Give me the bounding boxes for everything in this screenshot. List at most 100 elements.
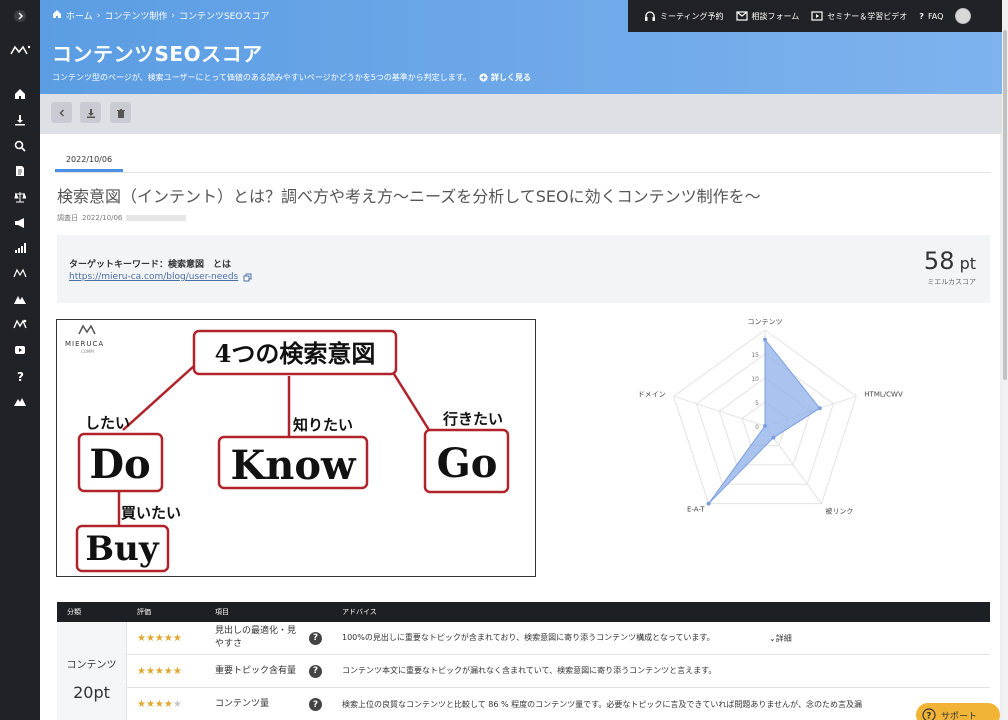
breadcrumb-content-production[interactable]: コンテンツ制作 — [104, 9, 167, 22]
advice-text: コンテンツ本文に重要なトピックが漏れなく含まれていて、検索意図に寄り添うコンテン… — [342, 666, 717, 675]
home-icon — [52, 9, 62, 22]
more-details-label: 詳しく見る — [491, 73, 532, 82]
app-root: ? ホーム › コンテンツ制作 › コンテンツSEOスコア コンテンツSEOスコ… — [0, 0, 1008, 720]
breadcrumb-home[interactable]: ホーム — [66, 9, 93, 22]
breadcrumb: ホーム › コンテンツ制作 › コンテンツSEOスコア — [52, 9, 269, 22]
more-details-link[interactable]: 詳しく見る — [479, 72, 531, 83]
radar-axis-label: ドメイン — [638, 390, 666, 398]
radar-data-point — [706, 501, 711, 506]
download-icon[interactable] — [0, 110, 40, 130]
score-radar-chart: 0 5 10 15 コンテンツ HTML/CWV 被リンク E-A-T ドメイン — [600, 314, 930, 544]
go-label: Go — [437, 440, 498, 487]
help-icon[interactable]: ? — [309, 664, 322, 678]
mieruca-outline-icon[interactable] — [0, 263, 40, 283]
score-label: ミエルカスコア — [927, 278, 976, 286]
item-name: 見出しの最適化・見やすさ — [215, 626, 297, 649]
help-icon[interactable]: ? — [309, 631, 322, 645]
document-icon[interactable] — [0, 161, 40, 181]
target-url[interactable]: https://mieru-ca.com/blog/user-needs — [69, 272, 238, 282]
radar-axis-label: コンテンツ — [748, 318, 783, 326]
target-url-link[interactable]: https://mieru-ca.com/blog/user-needs — [69, 272, 252, 282]
star-rating: ★★★★★ — [137, 632, 182, 644]
radar-data-point — [771, 435, 776, 440]
mountain-flag-icon[interactable] — [0, 391, 40, 411]
blurred-text — [126, 215, 187, 221]
radar-axis-label: 被リンク — [825, 507, 853, 516]
detail-toggle[interactable]: ⌄詳細 — [769, 633, 792, 644]
faq-link[interactable]: ? FAQ — [919, 12, 943, 21]
radar-data-point — [763, 337, 767, 342]
survey-date-row: 調査日 2022/10/06 — [57, 213, 187, 223]
survey-date-label: 調査日 — [57, 214, 78, 222]
mountain-icon[interactable] — [0, 289, 40, 309]
star-rating: ★★★★★ — [137, 665, 182, 677]
radar-tick-label: 15 — [751, 352, 759, 359]
user-avatar[interactable] — [955, 8, 972, 24]
contact-form-link[interactable]: 相談フォーム — [735, 11, 800, 22]
home-icon[interactable] — [0, 84, 40, 104]
center-label: 4つの検索意図 — [215, 339, 376, 368]
radar-data-point — [763, 424, 767, 428]
delete-button[interactable] — [110, 102, 131, 123]
score-unit: pt — [959, 254, 976, 273]
table-row: ★★★★★ 見出しの最適化・見やすさ? 100%の見出しに重要なトピックが含まれてお… — [127, 622, 990, 655]
download-button[interactable] — [80, 102, 101, 123]
copy-icon[interactable] — [243, 273, 252, 282]
do-caption: したい — [85, 414, 130, 432]
seminar-link[interactable]: セミナー＆学習ビデオ — [811, 11, 907, 22]
article-eyecatch-image: MIERUCA COMM 4つの検索意図 したい Do 知りたい Know 行き… — [56, 319, 536, 577]
page-title: コンテンツSEOスコア — [52, 42, 263, 66]
question-icon: ? — [919, 11, 924, 21]
action-toolbar — [40, 94, 1008, 134]
play-box-icon — [811, 11, 823, 21]
advice-text: 検索上位の良質なコンテンツと比較して 86 % 程度のコンテンツ量です。必要なト… — [342, 699, 862, 709]
header-rating: 評価 — [137, 608, 151, 616]
radar-axis-label: E-A-T — [687, 506, 705, 514]
logo-sub-text: COMM — [81, 349, 94, 354]
mieruca-tool-icon[interactable] — [0, 314, 40, 334]
category-cell: コンテンツ 20pt — [57, 622, 127, 720]
seminar-label: セミナー＆学習ビデオ — [827, 11, 908, 21]
category-name: コンテンツ — [66, 660, 117, 671]
help-icon[interactable]: ? — [0, 366, 40, 386]
page-scrollbar[interactable] — [1002, 0, 1008, 720]
scrollbar-thumb[interactable] — [1003, 30, 1007, 380]
support-button[interactable]: ? サポート — [916, 703, 1000, 720]
breadcrumb-separator: › — [171, 10, 175, 21]
balance-scale-icon[interactable] — [0, 187, 40, 207]
go-caption: 行きたい — [442, 410, 503, 428]
item-name: コンテンツ量 — [215, 699, 270, 709]
know-caption: 知りたい — [293, 416, 353, 434]
mieruca-logo-icon[interactable] — [0, 40, 40, 60]
main-content: 2022/10/06 検索意図（インテント）とは？調べ方や考え方～ニーズを分析し… — [40, 134, 1000, 720]
radar-tick-label: 5 — [755, 400, 759, 407]
expand-sidebar-icon[interactable] — [0, 6, 40, 26]
meeting-link[interactable]: ミーティング予約 — [644, 10, 724, 22]
meeting-label: ミーティング予約 — [660, 11, 724, 21]
faq-label: FAQ — [927, 11, 944, 21]
radar-chart-svg: 0 5 10 15 コンテンツ HTML/CWV 被リンク E-A-T ドメイン — [638, 318, 903, 516]
breadcrumb-current: コンテンツSEOスコア — [178, 12, 270, 22]
radar-axis-label: HTML/CWV — [864, 390, 903, 398]
back-button[interactable] — [51, 102, 72, 123]
chevron-down-icon: ⌄ — [769, 633, 776, 643]
header-advice: アドバイス — [342, 608, 377, 616]
tab-report-date[interactable]: 2022/10/06 — [55, 152, 123, 172]
search-icon[interactable] — [0, 136, 40, 156]
do-label: Do — [89, 441, 150, 488]
megaphone-icon[interactable] — [0, 213, 40, 233]
target-keyword: ターゲットキーワード：検索意図 とは — [69, 260, 232, 270]
help-icon[interactable]: ? — [309, 698, 322, 711]
radar-spoke — [673, 395, 766, 427]
video-icon[interactable] — [0, 340, 40, 360]
score-value: 58 — [923, 247, 955, 275]
table-header: 分類 評価 項目 アドバイス — [57, 602, 990, 622]
svg-text:?: ? — [926, 712, 931, 720]
svg-text:?: ? — [17, 370, 24, 382]
header-item: 項目 — [215, 608, 229, 616]
breadcrumb-separator: › — [96, 10, 101, 21]
signal-bars-icon[interactable] — [0, 238, 40, 258]
top-utility-bar: ミーティング予約 相談フォーム セミナー＆学習ビデオ ? FAQ — [628, 0, 1008, 32]
chevron-left-icon — [58, 108, 64, 117]
contact-label: 相談フォーム — [751, 11, 800, 21]
